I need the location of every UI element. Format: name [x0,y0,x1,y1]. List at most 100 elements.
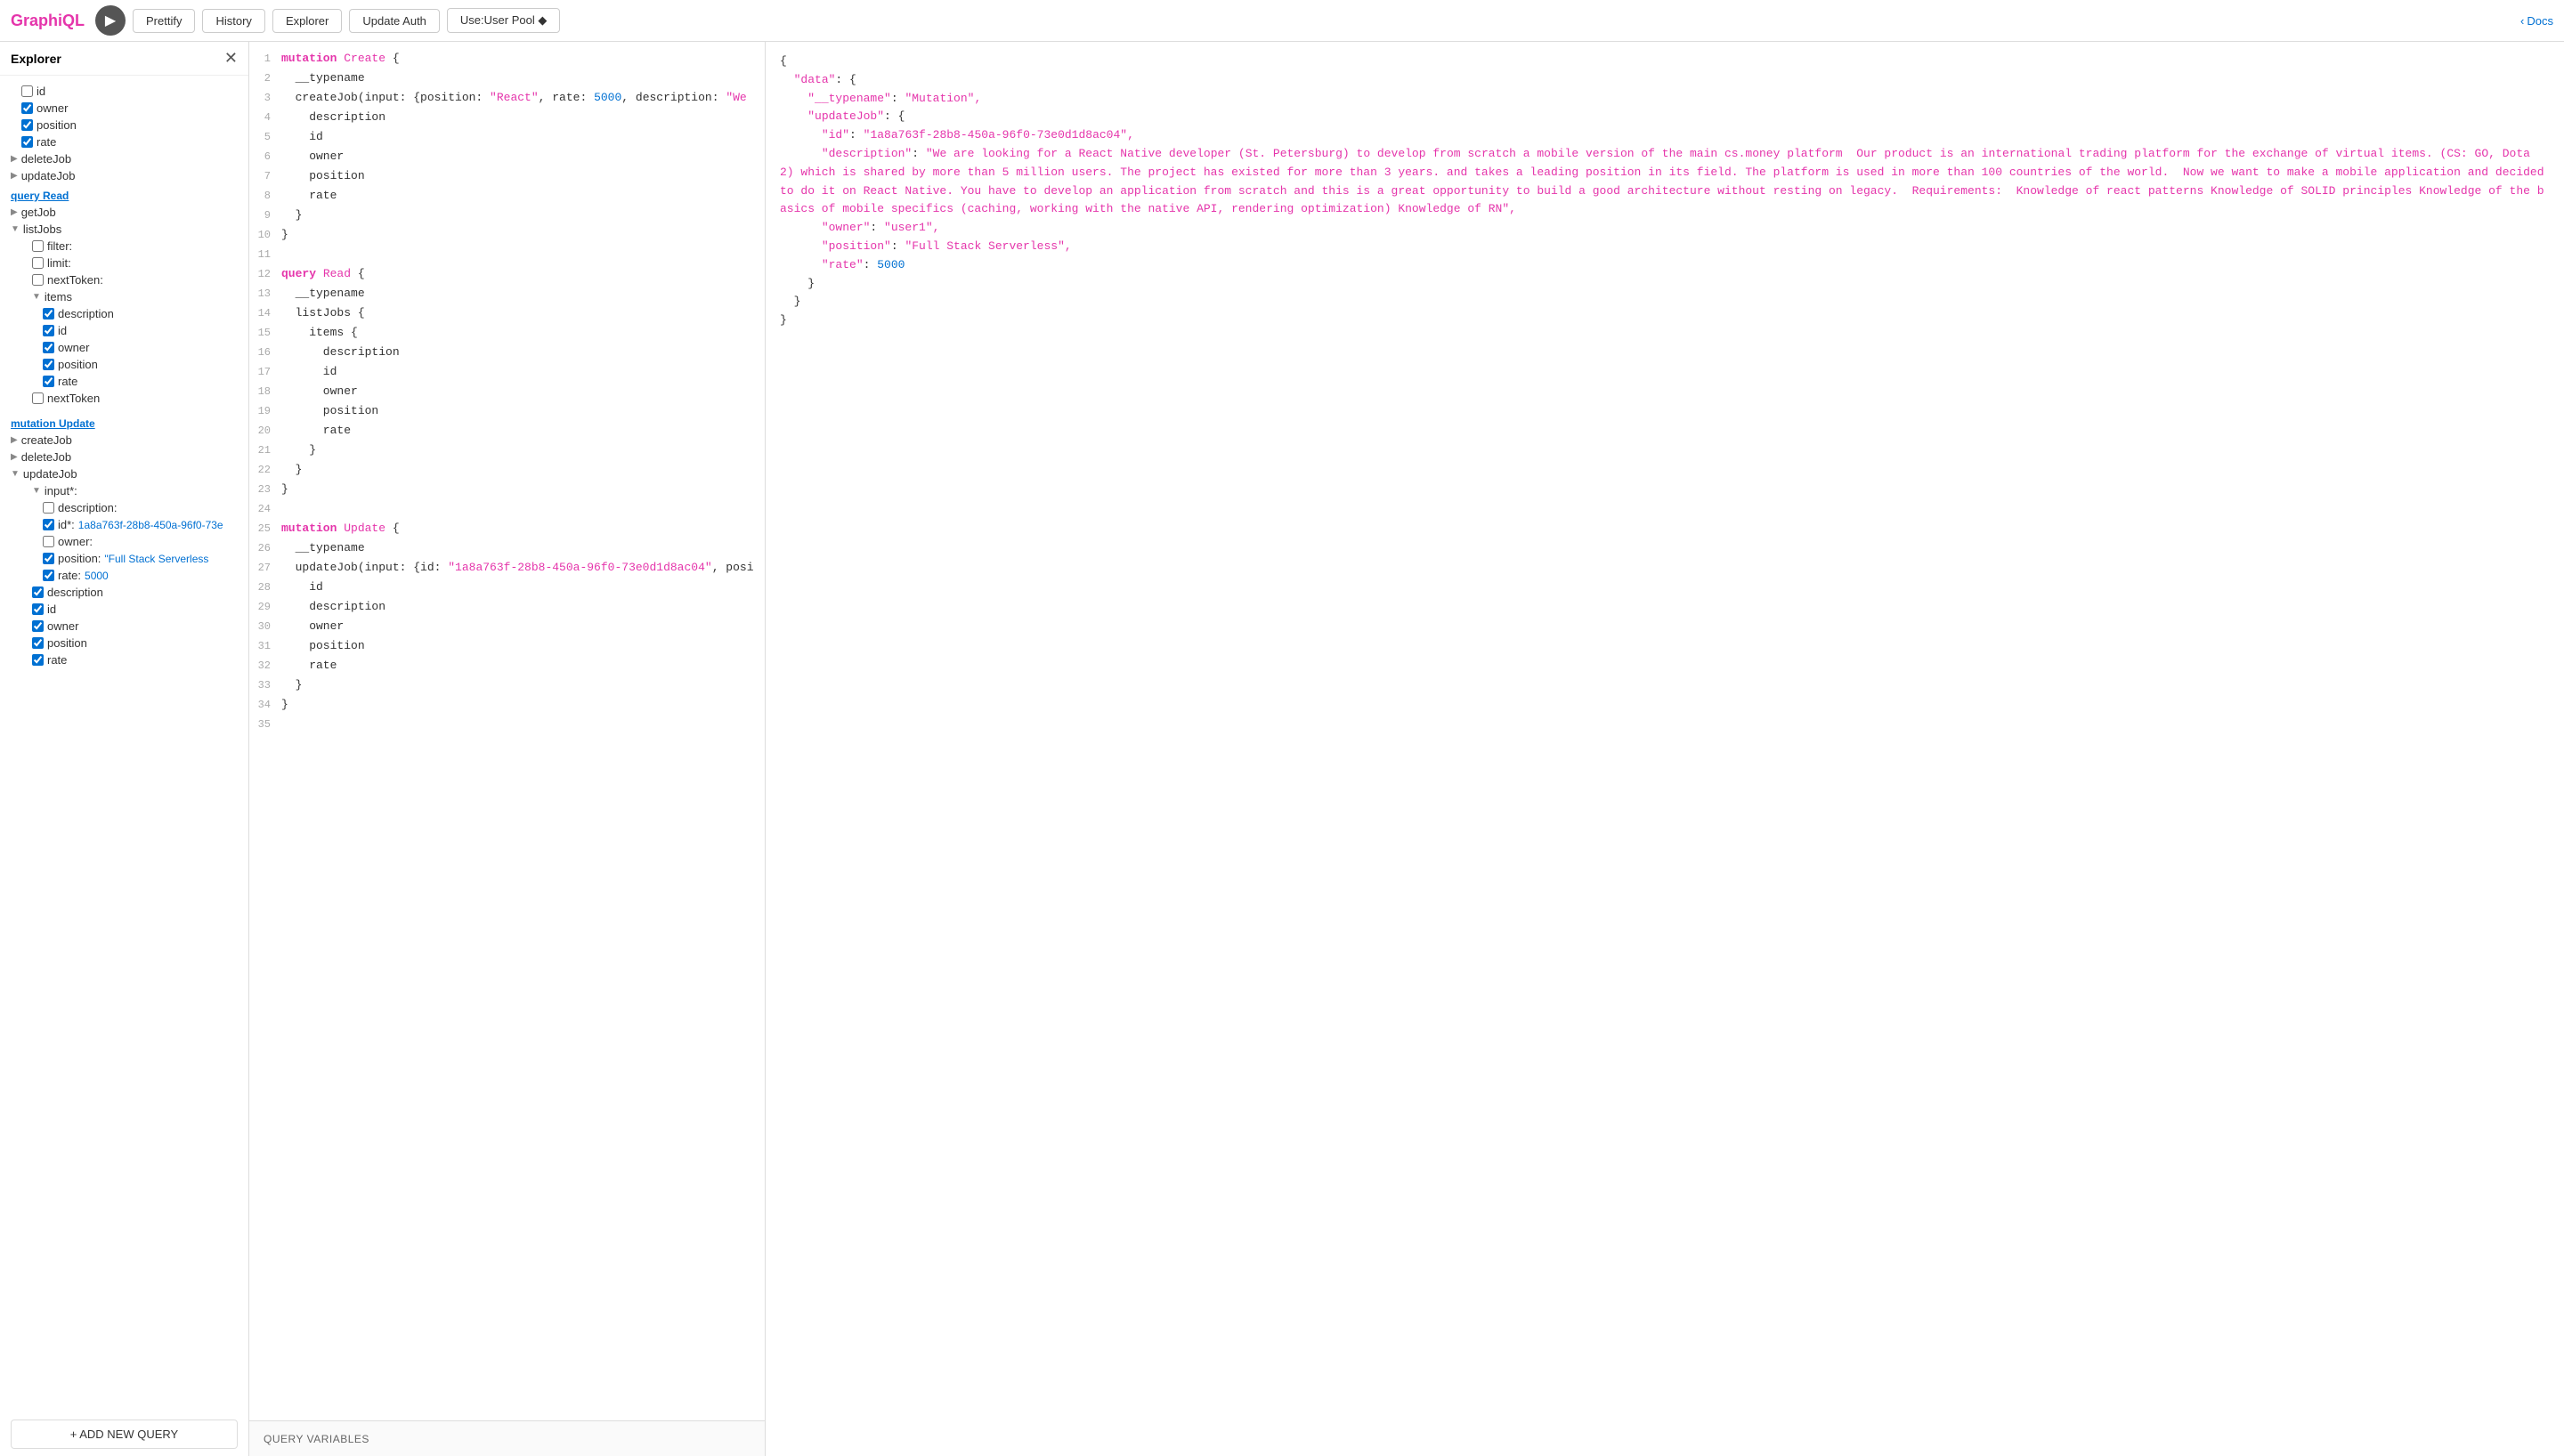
section-type-label: mutation [11,417,59,430]
sidebar-item-rate[interactable]: rate [0,133,248,150]
code-line: 2 __typename [249,69,765,88]
line-number: 25 [249,519,281,538]
line-content: position [281,166,765,186]
line-content: description [281,597,765,617]
sidebar-item-id-input[interactable]: id*: 1a8a763f-28b8-450a-96f0-73e [0,516,248,533]
code-line: 6 owner [249,147,765,166]
sidebar-item-label: updateJob [23,467,77,481]
response-line: } [780,275,2550,294]
sidebar-item-createjob[interactable]: ▶ createJob [0,432,248,449]
line-content: } [281,675,765,695]
sidebar-item-position-2[interactable]: position [0,635,248,651]
sidebar-item-deletejob-2[interactable]: ▶ deleteJob [0,449,248,465]
sidebar-item-position-1[interactable]: position [0,356,248,373]
sidebar-item-label: limit: [47,256,71,270]
sidebar-item-owner[interactable]: owner [0,100,248,117]
sidebar-close-button[interactable]: ✕ [224,49,238,68]
sidebar-item-owner-2[interactable]: owner [0,618,248,635]
run-button[interactable]: ▶ [95,5,126,36]
line-content: mutation Create { [281,49,765,69]
section-name-link[interactable]: Read [43,190,69,202]
sidebar-item-label: id [47,603,56,616]
sidebar-item-nexttoken-2[interactable]: nextToken [0,390,248,407]
sidebar-item-position-input[interactable]: position: "Full Stack Serverless [0,550,248,567]
response-line: "updateJob": { [780,108,2550,126]
sidebar-item-label: position: [58,552,101,565]
line-number: 3 [249,88,281,108]
sidebar-item-getjob[interactable]: ▶ getJob [0,204,248,221]
sidebar-item-position[interactable]: position [0,117,248,133]
sidebar-item-rate-2[interactable]: rate [0,651,248,668]
sidebar-item-owner-input[interactable]: owner: [0,533,248,550]
docs-link[interactable]: ‹ Docs [2520,14,2553,28]
prettify-button[interactable]: Prettify [133,9,195,33]
code-line: 11 [249,245,765,264]
code-line: 8 rate [249,186,765,206]
sidebar-item-label: id [37,85,45,98]
line-number: 35 [249,715,281,734]
sidebar-item-label: filter: [47,239,72,253]
line-number: 16 [249,343,281,362]
section-name-link[interactable]: Update [59,417,95,430]
query-variables-bar[interactable]: QUERY VARIABLES [249,1420,765,1456]
sidebar-item-nexttoken-1[interactable]: nextToken: [0,271,248,288]
sidebar-item-description-2[interactable]: description [0,584,248,601]
line-content: position [281,401,765,421]
code-line: 20 rate [249,421,765,441]
response-line: "description": "We are looking for a Rea… [780,145,2550,219]
sidebar-item-input[interactable]: ▼ input*: [0,482,248,499]
sidebar-item-description-input[interactable]: description: [0,499,248,516]
code-line: 9 } [249,206,765,225]
sidebar-item-rate-input[interactable]: rate: 5000 [0,567,248,584]
arrow-icon: ▶ [11,207,18,217]
sidebar-item-rate-1[interactable]: rate [0,373,248,390]
section-query-read: query Read [0,184,248,204]
use-user-pool-button[interactable]: Use:User Pool ◆ [447,8,560,33]
code-line: 32 rate [249,656,765,675]
line-number: 15 [249,323,281,343]
sidebar-item-label: rate [58,375,77,388]
sidebar-item-label: updateJob [21,169,76,182]
code-line: 33 } [249,675,765,695]
response-line: { [780,53,2550,71]
sidebar-item-value-link[interactable]: 1a8a763f-28b8-450a-96f0-73e [78,519,223,531]
code-line: 10} [249,225,765,245]
sidebar-item-id-2[interactable]: id [0,601,248,618]
arrow-icon: ▼ [11,224,20,234]
history-button[interactable]: History [202,9,264,33]
line-number: 22 [249,460,281,480]
editor-area: 1mutation Create {2 __typename3 createJo… [249,42,2564,1456]
line-number: 6 [249,147,281,166]
line-content: items { [281,323,765,343]
sidebar-item-id-1[interactable]: id [0,322,248,339]
sidebar-item-limit[interactable]: limit: [0,255,248,271]
sidebar-item-filter[interactable]: filter: [0,238,248,255]
update-auth-button[interactable]: Update Auth [349,9,440,33]
sidebar-item-label: owner: [58,535,93,548]
add-query-button[interactable]: + ADD NEW QUERY [11,1420,238,1449]
code-line: 4 description [249,108,765,127]
sidebar-item-updatejob-2[interactable]: ▼ updateJob [0,465,248,482]
sidebar-item-deletejob[interactable]: ▶ deleteJob [0,150,248,167]
code-line: 19 position [249,401,765,421]
sidebar-item-items[interactable]: ▼ items [0,288,248,305]
docs-label: Docs [2527,14,2553,28]
line-number: 29 [249,597,281,617]
sidebar-item-owner-1[interactable]: owner [0,339,248,356]
line-number: 12 [249,264,281,284]
sidebar-item-listjobs[interactable]: ▼ listJobs [0,221,248,238]
line-content: mutation Update { [281,519,765,538]
code-line: 18 owner [249,382,765,401]
code-line: 5 id [249,127,765,147]
sidebar-item-id-unchecked[interactable]: id [0,83,248,100]
section-mutation-update: mutation Update [0,412,248,432]
sidebar-item-description-1[interactable]: description [0,305,248,322]
sidebar-item-value-link-pos[interactable]: "Full Stack Serverless [104,553,208,565]
sidebar-item-label: position [58,358,98,371]
line-content [281,499,765,519]
sidebar-item-updatejob-top[interactable]: ▶ updateJob [0,167,248,184]
explorer-button[interactable]: Explorer [272,9,342,33]
sidebar-item-value-link-rate[interactable]: 5000 [85,570,109,582]
query-editor-content[interactable]: 1mutation Create {2 __typename3 createJo… [249,42,765,1420]
response-area: { "data": { "__typename": "Mutation", "u… [766,42,2564,1456]
